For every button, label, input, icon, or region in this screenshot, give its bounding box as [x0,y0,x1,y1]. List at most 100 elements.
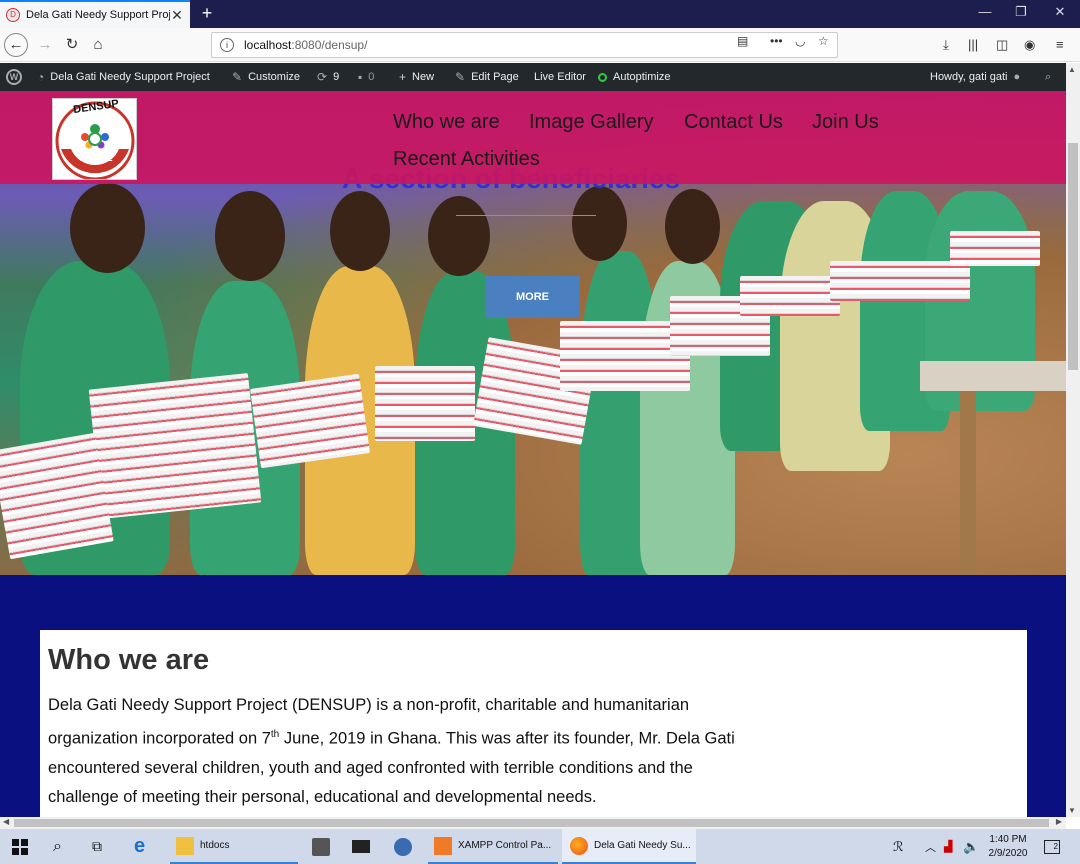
firefox-icon [570,836,588,855]
user-avatar-icon: ● [1013,71,1021,83]
browser-tab[interactable]: D Dela Gati Needy Support Proje ✕ [0,0,190,28]
volume-icon[interactable]: 🔈 [963,829,979,864]
wp-updates[interactable]: ⟳ 9 [317,63,339,91]
notifications-icon[interactable]: 2 [1044,829,1060,864]
clock-time: 1:40 PM [989,833,1027,845]
back-icon[interactable]: ← [4,33,28,57]
wp-autoptimize[interactable]: Autoptimize [598,63,670,91]
nav-join-us[interactable]: Join Us [812,111,879,134]
mail-icon[interactable] [352,829,376,864]
minimize-icon[interactable]: — [975,4,995,19]
close-window-icon[interactable]: ✕ [1050,4,1070,20]
taskbar-htdocs[interactable]: htdocs [170,829,298,864]
store-icon[interactable] [312,829,336,864]
nav-recent-activities[interactable]: Recent Activities [393,148,540,171]
restore-icon[interactable]: ❐ [1011,4,1031,20]
people-icon[interactable]: ℛ [893,829,903,864]
task-view-icon[interactable]: ⧉ [92,829,102,864]
library-icon[interactable]: ||| [968,37,978,52]
account-icon[interactable]: ◉ [1024,37,1035,53]
scroll-right-icon[interactable]: ▶ [1056,817,1062,826]
app-icon[interactable] [394,829,418,864]
scroll-up-icon[interactable]: ▲ [1068,65,1076,74]
folder-icon [176,836,194,855]
search-icon[interactable]: ⌕ [1045,63,1051,91]
taskbar-firefox[interactable]: Dela Gati Needy Su... [562,829,696,864]
status-circle-icon [598,72,607,82]
scroll-down-icon[interactable]: ▼ [1068,806,1076,815]
scroll-left-icon[interactable]: ◀ [3,817,9,826]
edit-page-label: Edit Page [471,71,519,83]
logo-bottom-text: WE CARE [79,156,113,163]
new-tab-icon[interactable]: + [196,3,218,24]
start-icon[interactable] [12,829,28,864]
url-path: :8080/densup/ [291,38,368,52]
who-we-are-section: Who we are Dela Gati Needy Support Proje… [40,630,1027,817]
bookmark-star-icon[interactable]: ☆ [818,34,829,48]
edge-icon[interactable]: e [134,829,145,864]
brush-icon: ✎ [232,70,243,84]
vertical-scroll-thumb[interactable] [1068,143,1078,370]
section-paragraph: Dela Gati Needy Support Project (DENSUP)… [48,691,748,812]
section-heading: Who we are [48,644,210,676]
url-host: localhost [244,38,292,52]
site-info-icon[interactable]: i [220,38,234,52]
comments-count: 0 [368,71,375,83]
notification-count: 2 [1044,839,1060,854]
windows-taskbar: ⌕ ⧉ e htdocs XAMPP Control Pa... Dela Ga… [0,829,1080,864]
howdy-label: Howdy, gati gati [930,71,1008,83]
wp-comments[interactable]: ▪ 0 [358,63,374,91]
dashboard-icon: ◔ [37,70,45,84]
horizontal-scroll-thumb[interactable] [14,819,1049,827]
comment-icon: ▪ [358,70,363,84]
wordpress-logo-icon[interactable]: W [6,63,22,91]
wp-admin-bar: W ◔ Dela Gati Needy Support Project ✎ Cust… [0,63,1080,91]
htdocs-label: htdocs [200,840,230,851]
more-button[interactable]: MORE [485,276,580,318]
pocket-icon[interactable]: ◡ [795,34,805,48]
wp-howdy[interactable]: Howdy, gati gati ● [930,63,1020,91]
site-name-label: Dela Gati Needy Support Project [50,71,210,83]
reload-icon[interactable]: ↻ [60,33,84,57]
nav-contact-us[interactable]: Contact Us [684,111,783,134]
home-icon[interactable]: ⌂ [86,33,110,57]
xampp-label: XAMPP Control Pa... [458,840,552,851]
plus-icon: + [399,70,407,84]
hero-divider [456,215,596,216]
site-header: DENSUP WE CARE Who we are Image Gallery … [0,91,1066,184]
sidebar-icon[interactable]: ◫ [996,37,1008,53]
wp-live-editor[interactable]: Live Editor [534,63,586,91]
firefox-label: Dela Gati Needy Su... [594,840,691,851]
xampp-icon [434,836,452,855]
new-label: New [412,71,435,83]
clock-date: 2/9/2020 [988,847,1028,859]
show-hidden-icons-icon[interactable]: ︿ [925,829,936,864]
clock[interactable]: 1:40 PM 2/9/2020 [985,829,1031,864]
browser-tab-bar: D Dela Gati Needy Support Proje ✕ + — ❐ … [0,0,1080,28]
wp-new[interactable]: + New [399,63,434,91]
forward-icon[interactable]: → [33,33,57,57]
wp-customize[interactable]: ✎ Customize [232,63,300,91]
tab-title: Dela Gati Needy Support Proje [26,9,170,21]
customize-label: Customize [248,71,301,83]
updates-icon: ⟳ [317,70,328,84]
menu-icon[interactable]: ≡ [1056,37,1064,52]
site-favicon-icon: D [6,8,20,22]
wp-site-name[interactable]: ◔ Dela Gati Needy Support Project [37,63,210,91]
wp-edit-page[interactable]: ✎ Edit Page [455,63,519,91]
pencil-icon: ✎ [455,70,466,84]
page-actions-icon[interactable]: ••• [770,34,783,48]
live-editor-label: Live Editor [534,71,586,83]
updates-count: 9 [333,71,340,83]
network-icon[interactable]: ▟ [944,829,952,864]
search-taskbar-icon[interactable]: ⌕ [53,829,62,864]
autoptimize-label: Autoptimize [613,71,671,83]
close-tab-icon[interactable]: ✕ [170,7,184,24]
densup-logo[interactable]: DENSUP WE CARE [52,98,137,180]
page-viewport: A section of beneficiaries MORE DENSUP W… [0,91,1066,817]
downloads-icon[interactable]: ⤓ [943,37,949,53]
nav-image-gallery[interactable]: Image Gallery [529,111,654,134]
nav-who-we-are[interactable]: Who we are [393,111,500,134]
reader-view-icon[interactable]: ▤ [737,34,748,48]
taskbar-xampp[interactable]: XAMPP Control Pa... [428,829,558,864]
